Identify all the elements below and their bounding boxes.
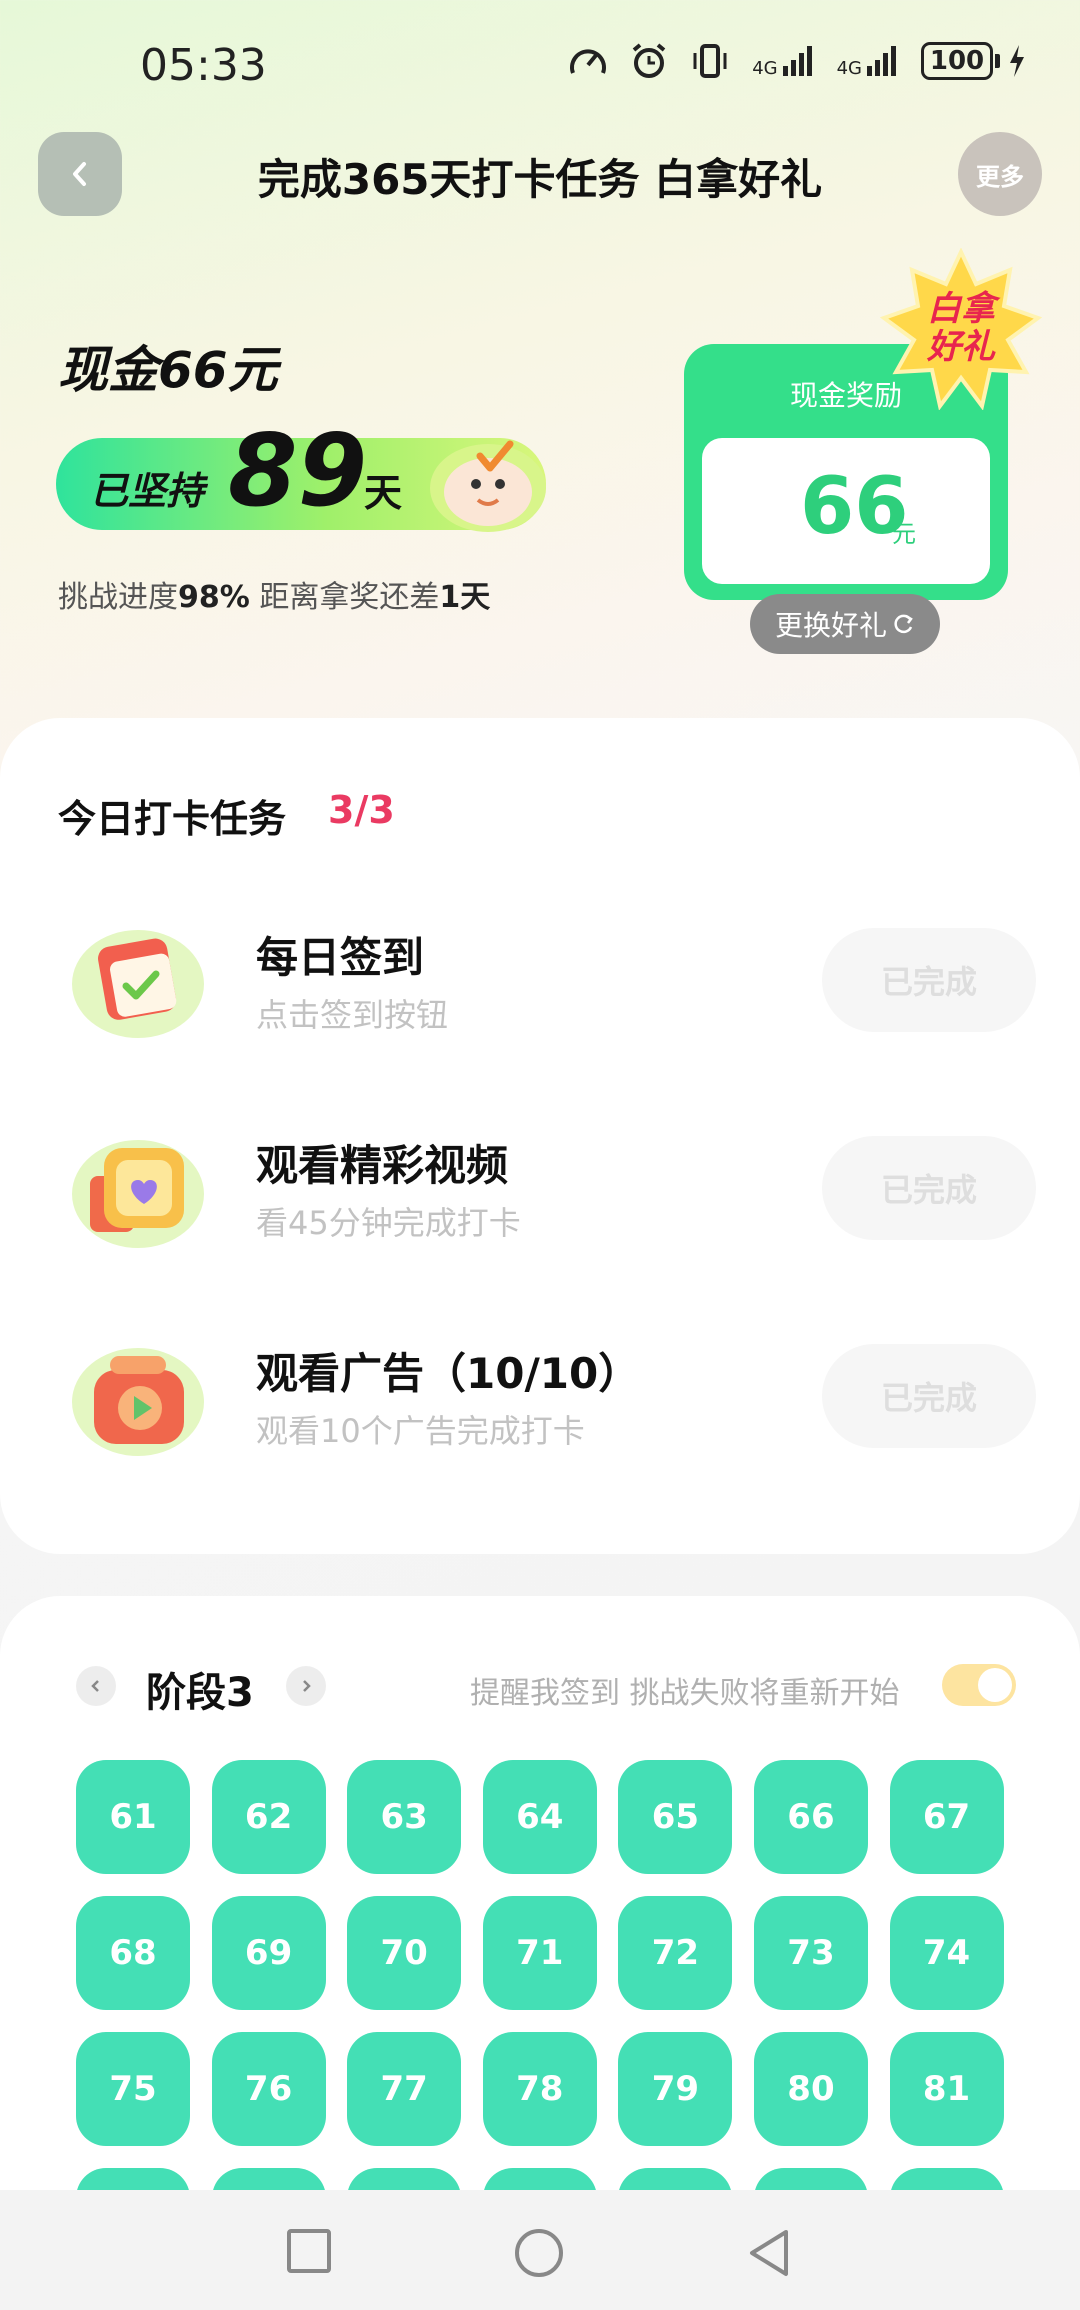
- chevron-right-icon: [303, 1680, 311, 1692]
- day-cell[interactable]: 78: [482, 2032, 597, 2146]
- day-cell[interactable]: 64: [482, 1760, 597, 1874]
- charging-icon: [1010, 45, 1024, 77]
- task-done-button[interactable]: 已完成: [822, 1344, 1036, 1448]
- task-desc: 观看10个广告完成打卡: [256, 1412, 585, 1450]
- progress-line: 挑战进度98% 距离拿奖还差1天: [58, 572, 490, 616]
- next-stage-button[interactable]: [286, 1666, 326, 1706]
- task-done-button[interactable]: 已完成: [822, 928, 1036, 1032]
- day-grid: 61 62 63 64 65 66 67 68 69 70 71 72 73 7…: [76, 1760, 1006, 2192]
- day-cell[interactable]: 79: [618, 2032, 733, 2146]
- day-cell[interactable]: 81: [889, 2032, 1004, 2146]
- speedometer-icon: [570, 49, 607, 74]
- recents-icon[interactable]: [286, 2228, 332, 2274]
- day-cell[interactable]: 74: [889, 1896, 1004, 2010]
- task-desc: 看45分钟完成打卡: [256, 1204, 521, 1242]
- day-cell[interactable]: 62: [211, 1760, 326, 1874]
- badge-line-2: 好礼: [927, 327, 995, 367]
- swap-gift-label: 更换好礼: [774, 609, 887, 642]
- home-icon[interactable]: [514, 2228, 564, 2278]
- task-desc: 点击签到按钮: [256, 996, 449, 1034]
- signal-group-2: 4G: [837, 44, 899, 78]
- day-cell[interactable]: 82: [76, 2168, 190, 2192]
- signal-group-1: 4G: [752, 44, 814, 78]
- day-cell[interactable]: 88: [889, 2168, 1004, 2192]
- chevron-left-icon: [91, 1680, 99, 1692]
- task-heading: 今日打卡任务: [58, 797, 287, 841]
- video-heart-icon: [72, 1140, 204, 1248]
- network-label: 4G: [836, 58, 862, 79]
- day-cell[interactable]: 63: [347, 1760, 462, 1874]
- reward-unit: 元: [892, 520, 916, 548]
- reminder-toggle[interactable]: [942, 1664, 1016, 1706]
- battery-level: 100: [921, 42, 993, 80]
- day-cell[interactable]: 73: [753, 1896, 868, 2010]
- streak-days: 89: [228, 412, 368, 529]
- day-cell[interactable]: 77: [347, 2032, 462, 2146]
- task-count: 3/3: [328, 788, 395, 832]
- progress-mid: 距离拿奖还差: [249, 580, 440, 615]
- day-cell[interactable]: 85: [482, 2168, 597, 2192]
- page-title: 完成365天打卡任务 白拿好礼: [257, 155, 823, 204]
- signal-icon: [867, 46, 896, 76]
- ad-play-icon: [72, 1348, 204, 1456]
- streak-prefix: 已坚持: [90, 469, 205, 513]
- prize-title: 现金66元: [58, 341, 278, 399]
- toggle-knob: [978, 1668, 1012, 1702]
- task-name: 每日签到: [256, 933, 425, 982]
- status-bar: 05:33 4G 4G 100: [0, 0, 1080, 130]
- status-time: 05:33: [140, 40, 267, 91]
- day-cell[interactable]: 68: [76, 1896, 190, 2010]
- status-icons: 4G 4G 100: [568, 42, 1026, 80]
- battery-tip: [995, 54, 1000, 68]
- day-cell[interactable]: 76: [211, 2032, 326, 2146]
- reminder-text: 提醒我签到 挑战失败将重新开始: [470, 1676, 900, 1711]
- day-cell[interactable]: 67: [889, 1760, 1004, 1874]
- prev-stage-button[interactable]: [76, 1666, 116, 1706]
- day-cell[interactable]: 72: [618, 1896, 733, 2010]
- task-name: 观看精彩视频: [256, 1141, 509, 1190]
- day-cell[interactable]: 61: [76, 1760, 190, 1874]
- day-cell[interactable]: 65: [618, 1760, 733, 1874]
- vibrate-icon: [693, 44, 727, 78]
- mascot-icon: [430, 440, 546, 532]
- network-label: 4G: [752, 58, 778, 79]
- day-cell[interactable]: 75: [76, 2032, 190, 2146]
- system-nav-bar: [0, 2190, 1080, 2310]
- day-cell[interactable]: 66: [753, 1760, 868, 1874]
- day-cell[interactable]: 84: [347, 2168, 462, 2192]
- day-cell[interactable]: 86: [618, 2168, 733, 2192]
- signal-icon: [782, 46, 812, 76]
- back-triangle-icon[interactable]: [746, 2228, 792, 2278]
- task-done-button[interactable]: 已完成: [822, 1136, 1036, 1240]
- day-cell[interactable]: 80: [753, 2032, 868, 2146]
- day-cell[interactable]: 69: [211, 1896, 326, 2010]
- badge-line-1: 白拿: [927, 289, 995, 329]
- task-name: 观看广告（10/10）: [256, 1349, 641, 1398]
- day-cell[interactable]: 70: [347, 1896, 462, 2010]
- battery-icon: 100: [921, 42, 1000, 80]
- more-button[interactable]: 更多: [958, 132, 1042, 216]
- swap-gift-button[interactable]: 更换好礼: [750, 594, 940, 654]
- progress-percent: 98%: [178, 580, 250, 615]
- refresh-icon: [894, 614, 913, 634]
- calendar-check-icon: [72, 930, 204, 1038]
- progress-prefix: 挑战进度: [58, 580, 178, 615]
- remaining-days: 1天: [439, 580, 491, 615]
- day-cell[interactable]: 71: [482, 1896, 597, 2010]
- alarm-icon: [632, 43, 666, 78]
- streak-unit: 天: [364, 471, 403, 515]
- badge-text: 白拿 好礼: [910, 290, 1012, 366]
- day-cell[interactable]: 87: [753, 2168, 868, 2192]
- stage-title: 阶段3: [146, 1670, 254, 1716]
- day-cell[interactable]: 83: [211, 2168, 326, 2192]
